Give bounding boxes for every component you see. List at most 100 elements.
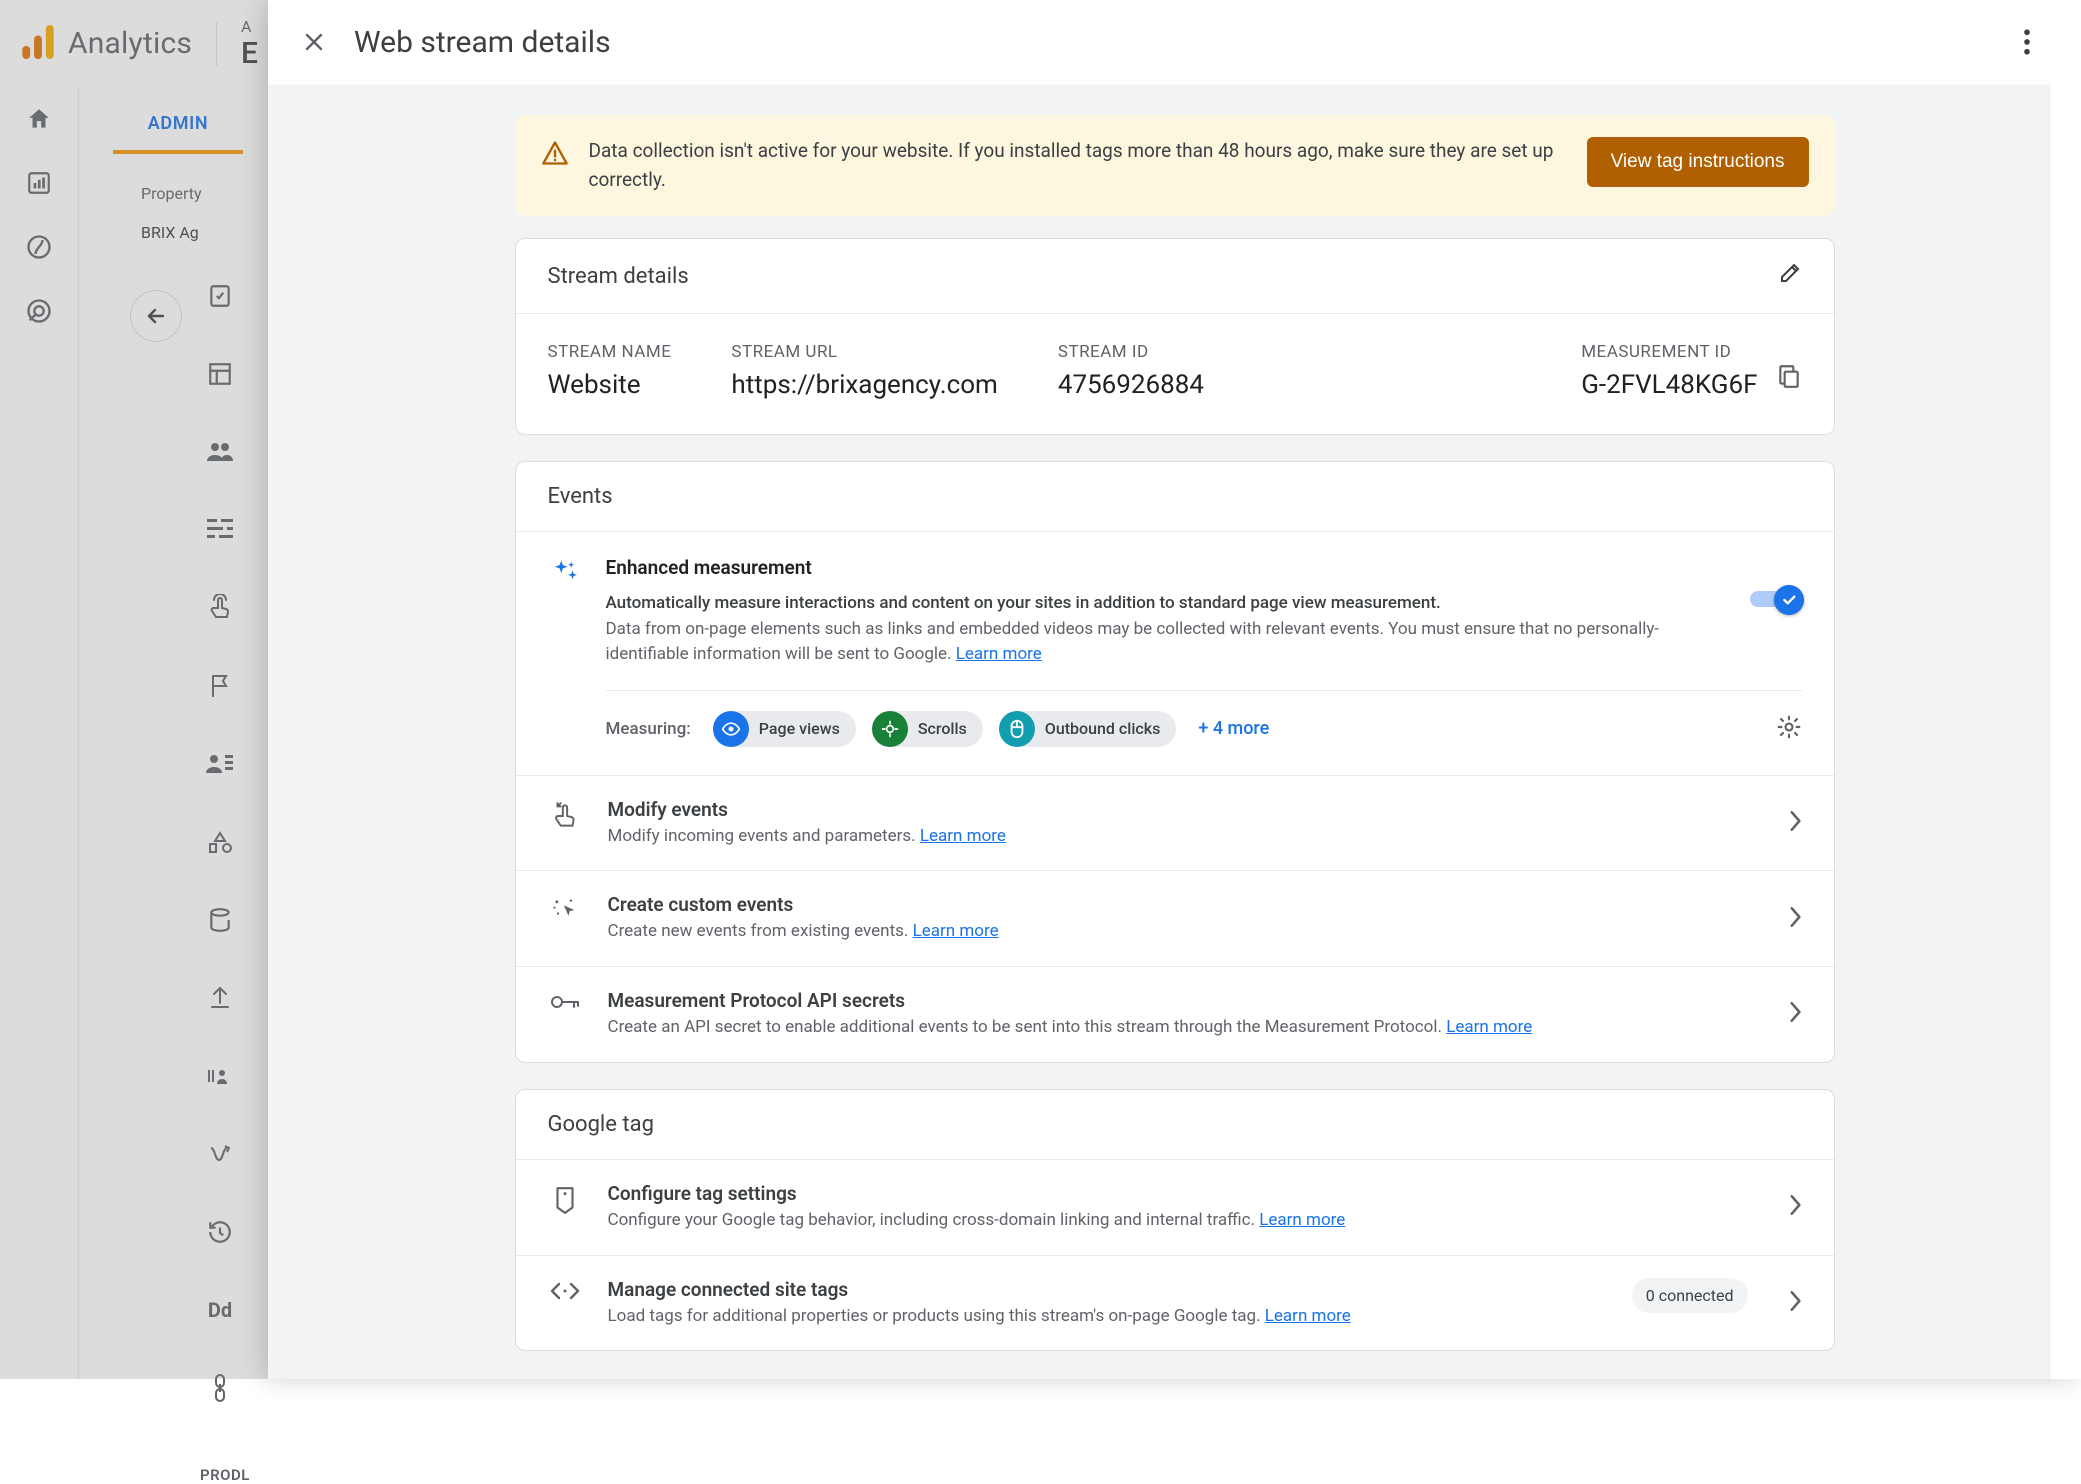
bg-property: A E <box>241 17 258 71</box>
gtag-head: Google tag <box>516 1090 1834 1160</box>
conn-title: Manage connected site tags <box>608 1278 1606 1301</box>
stream-id-value: 4756926884 <box>1058 370 1204 400</box>
analytics-logo-icon <box>22 25 54 63</box>
data-icon[interactable] <box>200 900 240 940</box>
mp-secrets-row[interactable]: Measurement Protocol API secrets Create … <box>516 966 1834 1062</box>
stream-name-value: Website <box>548 370 672 400</box>
chip-pageviews: Page views <box>713 711 856 747</box>
property-value: BRIX Ag <box>141 223 283 242</box>
enh-desc-rest: Data from on-page elements such as links… <box>606 619 1660 665</box>
panel-body[interactable]: Data collection isn't active for your we… <box>268 85 2081 1379</box>
panel-header: Web stream details <box>268 0 2081 85</box>
mouse-icon <box>999 711 1035 747</box>
modify-desc: Modify incoming events and parameters. L… <box>608 825 1762 849</box>
tag-icon <box>548 1185 582 1215</box>
configure-tag-row[interactable]: Configure tag settings Configure your Go… <box>516 1160 1834 1255</box>
assistant-icon[interactable] <box>200 276 240 316</box>
home-icon[interactable] <box>25 105 53 133</box>
gear-icon[interactable] <box>1776 714 1802 744</box>
panel-title: Web stream details <box>354 25 611 60</box>
stream-details-title: Stream details <box>548 264 689 289</box>
warning-banner: Data collection isn't active for your we… <box>515 115 1835 216</box>
property-label: Property <box>141 184 283 203</box>
measurement-id-value: G-2FVL48KG6F <box>1581 370 1757 400</box>
events-head: Events <box>516 462 1834 532</box>
conf-learnmore-link[interactable]: Learn more <box>1259 1210 1345 1230</box>
mp-learnmore-link[interactable]: Learn more <box>1446 1017 1532 1037</box>
code-icon <box>548 1281 582 1301</box>
enh-toggle[interactable] <box>1750 585 1802 613</box>
reports-icon[interactable] <box>25 169 53 197</box>
view-tag-instructions-button[interactable]: View tag instructions <box>1587 137 1809 187</box>
close-icon[interactable] <box>296 24 332 60</box>
chevron-right-icon <box>1788 906 1802 932</box>
divider <box>216 22 217 66</box>
chip-scrolls-label: Scrolls <box>918 719 967 738</box>
explore-icon[interactable] <box>25 233 53 261</box>
link-icon[interactable] <box>200 1368 240 1408</box>
stream-name-label: STREAM NAME <box>548 342 672 362</box>
attribution-icon[interactable] <box>200 1134 240 1174</box>
stream-details-card: Stream details STREAM NAME Website STREA… <box>515 238 1835 435</box>
google-tag-card: Google tag Configure tag settings Config… <box>515 1089 1835 1352</box>
create-events-row[interactable]: Create custom events Create new events f… <box>516 870 1834 966</box>
create-title: Create custom events <box>608 893 1762 916</box>
history-icon[interactable] <box>200 1212 240 1252</box>
enh-desc-strong: Automatically measure interactions and c… <box>606 593 1441 613</box>
streams-icon[interactable] <box>200 510 240 550</box>
copy-icon[interactable] <box>1776 363 1802 393</box>
chevron-right-icon <box>1788 1001 1802 1027</box>
events-title: Events <box>548 484 613 509</box>
edit-icon[interactable] <box>1778 261 1802 291</box>
measuring-row: Measuring: Page views Scrolls <box>606 711 1802 747</box>
stream-details-head: Stream details <box>516 239 1834 314</box>
stream-details-panel: Web stream details Data collection isn't… <box>268 0 2081 1379</box>
product-links-heading: PRODL <box>200 1466 250 1484</box>
cursor-sparkle-icon <box>548 896 582 924</box>
back-button[interactable] <box>130 290 182 342</box>
chip-outbound: Outbound clicks <box>999 711 1177 747</box>
warning-text: Data collection isn't active for your we… <box>589 137 1567 194</box>
enh-title: Enhanced measurement <box>606 556 1802 579</box>
stream-name: STREAM NAME Website <box>548 342 672 400</box>
modify-icon <box>548 801 582 831</box>
gtag-title: Google tag <box>548 1112 654 1137</box>
bg-logo: Analytics <box>22 25 192 63</box>
chevron-right-icon <box>1788 810 1802 836</box>
audiences-icon[interactable] <box>200 744 240 784</box>
admin-tab[interactable]: ADMIN <box>113 99 243 154</box>
mp-desc: Create an API secret to enable additiona… <box>608 1016 1762 1040</box>
events-card: Events Enhanced measurement Automaticall… <box>515 461 1835 1063</box>
create-learnmore-link[interactable]: Learn more <box>913 921 999 941</box>
mp-title: Measurement Protocol API secrets <box>608 989 1762 1012</box>
debug-icon[interactable]: Dd <box>200 1290 240 1330</box>
custom-def-icon[interactable] <box>200 822 240 862</box>
connected-tags-row[interactable]: Manage connected site tags Load tags for… <box>516 1255 1834 1351</box>
right-gutter <box>2051 0 2081 1379</box>
chip-pageviews-label: Page views <box>759 719 840 738</box>
enh-learnmore-link[interactable]: Learn more <box>956 644 1042 664</box>
check-icon <box>1774 585 1804 615</box>
scroll-icon <box>872 711 908 747</box>
touch-icon[interactable] <box>200 588 240 628</box>
layout-icon[interactable] <box>200 354 240 394</box>
brand-word: Analytics <box>68 26 192 61</box>
more-chips-link[interactable]: + 4 more <box>1198 718 1269 739</box>
flag-icon[interactable] <box>200 666 240 706</box>
create-desc: Create new events from existing events. … <box>608 920 1762 944</box>
advertising-icon[interactable] <box>25 297 53 325</box>
conn-learnmore-link[interactable]: Learn more <box>1265 1306 1351 1326</box>
modify-events-row[interactable]: Modify events Modify incoming events and… <box>516 775 1834 871</box>
modify-learnmore-link[interactable]: Learn more <box>920 826 1006 846</box>
stream-url-value: https://brixagency.com <box>731 370 997 400</box>
conn-desc: Load tags for additional properties or p… <box>608 1305 1606 1329</box>
people-icon[interactable] <box>200 432 240 472</box>
stream-url: STREAM URL https://brixagency.com <box>731 342 997 400</box>
id-icon[interactable] <box>200 1056 240 1096</box>
stream-url-label: STREAM URL <box>731 342 997 362</box>
enh-desc: Automatically measure interactions and c… <box>606 591 1726 668</box>
eye-icon <box>713 711 749 747</box>
bg-admin-iconcol: Dd PRODL <box>200 276 250 1484</box>
import-icon[interactable] <box>200 978 240 1018</box>
more-vert-icon[interactable] <box>2009 24 2045 60</box>
